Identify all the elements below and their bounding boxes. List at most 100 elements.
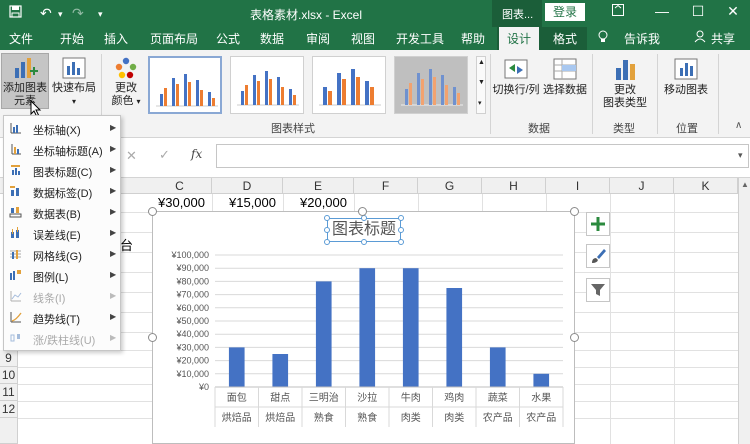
share-icon[interactable] xyxy=(694,30,706,46)
chart-resize-handle-ne[interactable] xyxy=(570,207,579,216)
column-header-d[interactable]: D xyxy=(212,178,283,194)
column-header-e[interactable]: E xyxy=(283,178,354,194)
menu-item-chart-title[interactable]: 图表标题(C) ▶ xyxy=(4,160,120,181)
tab-home[interactable]: 开始 xyxy=(60,30,84,47)
cell-e1[interactable]: ¥20,000 xyxy=(300,195,347,210)
tab-design[interactable]: 设计 xyxy=(499,27,540,50)
chart-style-1[interactable] xyxy=(148,56,222,114)
chart-bar[interactable] xyxy=(533,373,550,387)
menu-label-axis-title: 坐标轴标题(A) xyxy=(33,146,103,158)
save-icon[interactable] xyxy=(9,5,22,21)
tab-insert[interactable]: 插入 xyxy=(104,30,128,47)
chart-bar[interactable] xyxy=(315,281,332,387)
select-data-button[interactable]: 选择数据 xyxy=(542,56,588,97)
menu-item-gridlines[interactable]: 网格线(G) ▶ xyxy=(4,244,120,265)
x-category-label: 鸡肉 xyxy=(444,391,464,404)
chart-resize-handle-e[interactable] xyxy=(570,333,579,342)
brush-icon xyxy=(592,249,606,263)
enter-icon: ✓ xyxy=(159,147,170,162)
row-header-10[interactable]: 10 xyxy=(0,367,18,384)
formula-input[interactable] xyxy=(216,144,749,168)
quick-layout-button[interactable]: 快速布局 ▾ xyxy=(51,56,97,108)
change-chart-type-button[interactable]: 更改 图表类型 xyxy=(599,56,651,110)
chart-elements-button[interactable] xyxy=(586,212,610,236)
chart-filters-button[interactable] xyxy=(586,278,610,302)
chart-resize-handle-nw[interactable] xyxy=(148,207,157,216)
menu-item-axes[interactable]: 坐标轴(X) ▶ xyxy=(4,118,120,139)
menu-item-data-labels[interactable]: 数据标签(D) ▶ xyxy=(4,181,120,202)
gallery-down-icon[interactable]: ▼ xyxy=(478,79,485,86)
menu-item-data-table[interactable]: 数据表(B) ▶ xyxy=(4,202,120,223)
x-category-label: 沙拉 xyxy=(357,391,377,404)
customize-qat-icon[interactable]: ▾ xyxy=(98,9,103,20)
move-chart-button[interactable]: 移动图表 xyxy=(660,56,712,97)
row-header-9[interactable]: 9 xyxy=(0,350,18,367)
data-table-icon xyxy=(9,207,22,218)
switch-row-column-label: 切换行/列 xyxy=(492,84,540,96)
chart-styles-button[interactable] xyxy=(586,244,610,268)
tab-developer[interactable]: 开发工具 xyxy=(396,30,444,47)
tab-review[interactable]: 审阅 xyxy=(306,30,330,47)
undo-dropdown-icon[interactable]: ▾ xyxy=(58,9,63,20)
insert-function-icon[interactable]: fx xyxy=(191,147,202,161)
chart-bar[interactable] xyxy=(489,347,506,387)
row-header-13[interactable] xyxy=(0,418,18,444)
tab-data[interactable]: 数据 xyxy=(260,30,284,47)
maximize-icon[interactable]: ☐ xyxy=(683,3,713,20)
collapse-ribbon-icon[interactable]: ∧ xyxy=(735,120,742,131)
chart-style-2[interactable] xyxy=(230,56,304,114)
column-header-i[interactable]: I xyxy=(546,178,610,194)
chart-style-4[interactable] xyxy=(394,56,468,114)
chart-resize-handle-w[interactable] xyxy=(148,333,157,342)
cell-c1[interactable]: ¥30,000 xyxy=(158,195,205,210)
vertical-scrollbar[interactable]: ▲ xyxy=(738,178,750,444)
chart-styles-gallery[interactable] xyxy=(148,56,473,114)
chart-bar[interactable] xyxy=(359,268,376,387)
tab-page-layout[interactable]: 页面布局 xyxy=(150,30,198,47)
ribbon-display-icon[interactable] xyxy=(603,3,633,19)
menu-item-trendline[interactable]: 趋势线(T) ▶ xyxy=(4,307,120,328)
row-header-11[interactable]: 11 xyxy=(0,384,18,401)
cell-b3[interactable]: 台 xyxy=(120,235,133,254)
minimize-icon[interactable]: — xyxy=(647,3,677,19)
tab-view[interactable]: 视图 xyxy=(351,30,375,47)
tell-me-box[interactable]: 告诉我 xyxy=(624,30,660,47)
change-colors-button[interactable]: 更改 颜色 ▾ xyxy=(106,56,146,108)
login-button[interactable]: 登录 xyxy=(545,3,585,21)
column-header-f[interactable]: F xyxy=(354,178,418,194)
tab-format[interactable]: 格式 xyxy=(553,30,577,47)
axis-title-icon xyxy=(11,144,21,155)
chart-tools-label: 图表... xyxy=(492,0,542,27)
menu-item-axis-title[interactable]: 坐标轴标题(A) ▶ xyxy=(4,139,120,160)
chart-resize-handle-n[interactable] xyxy=(358,207,367,216)
column-header-c[interactable]: C xyxy=(148,178,212,194)
column-header-j[interactable]: J xyxy=(610,178,674,194)
scroll-up-icon[interactable]: ▲ xyxy=(741,180,749,189)
gallery-up-icon[interactable]: ▲ xyxy=(478,59,485,66)
tab-help[interactable]: 帮助 xyxy=(461,30,485,47)
row-header-12[interactable]: 12 xyxy=(0,401,18,418)
chart-bar[interactable] xyxy=(402,268,419,387)
gallery-more-icon[interactable]: ▾ xyxy=(478,99,482,107)
gallery-scroll[interactable]: ▲ ▼ ▾ xyxy=(476,56,486,114)
chart-bar[interactable] xyxy=(228,347,245,387)
switch-row-column-button[interactable]: 切换行/列 xyxy=(490,56,542,97)
column-header-h[interactable]: H xyxy=(482,178,546,194)
chart-style-3[interactable] xyxy=(312,56,386,114)
cell-d1[interactable]: ¥15,000 xyxy=(229,195,276,210)
menu-item-legend[interactable]: 图例(L) ▶ xyxy=(4,265,120,286)
chart-bar[interactable] xyxy=(446,288,463,387)
type-group-label: 类型 xyxy=(613,123,635,135)
undo-icon[interactable]: ↶ xyxy=(40,5,52,22)
menu-item-error-bars[interactable]: 误差线(E) ▶ xyxy=(4,223,120,244)
share-button[interactable]: 共享 xyxy=(711,30,735,47)
column-header-k[interactable]: K xyxy=(674,178,738,194)
close-icon[interactable]: ✕ xyxy=(718,3,748,20)
menu-label-data-labels: 数据标签(D) xyxy=(33,188,93,200)
tab-formulas[interactable]: 公式 xyxy=(216,30,240,47)
column-header-g[interactable]: G xyxy=(418,178,482,194)
expand-formula-icon[interactable]: ▾ xyxy=(738,150,743,161)
chart-bar[interactable] xyxy=(272,354,289,387)
chart-area[interactable]: 图表标题 ¥0 ¥10,000 ¥20,000 ¥30,000 ¥40,000 ¥50,0… xyxy=(152,211,575,444)
tab-file[interactable]: 文件 xyxy=(9,30,33,47)
